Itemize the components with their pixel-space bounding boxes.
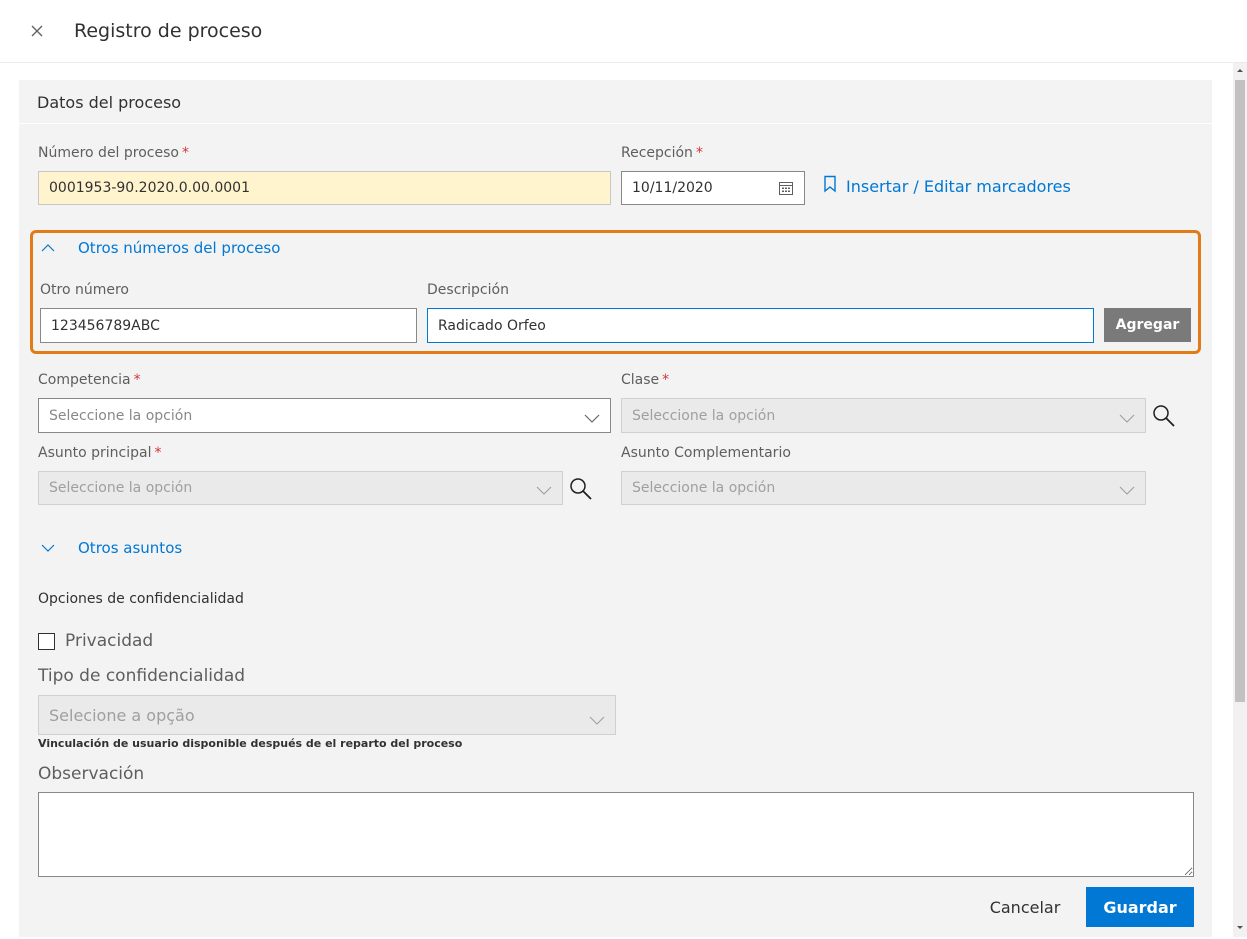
save-button[interactable]: Guardar — [1086, 887, 1194, 927]
chevron-down-icon — [589, 710, 605, 725]
required-mark: * — [133, 372, 141, 388]
chevron-down-icon — [1119, 411, 1135, 423]
chevron-up-icon — [40, 239, 56, 257]
tipo-confidencialidad-select[interactable]: Selecione a opção — [38, 695, 616, 735]
asunto-principal-label: Asunto principal * — [38, 445, 162, 461]
scroll-up-arrow-icon[interactable] — [1233, 63, 1247, 79]
recepcion-date-value: 10/11/2020 — [632, 180, 713, 196]
otros-numeros-toggle[interactable]: Otros números del proceso — [40, 239, 280, 257]
vinculacion-note: Vinculación de usuario disponible despué… — [38, 737, 463, 750]
tipo-confidencialidad-label: Tipo de confidencialidad — [38, 666, 246, 686]
competencia-placeholder: Seleccione la opción — [49, 407, 193, 424]
otro-numero-input[interactable]: 123456789ABC — [40, 308, 417, 343]
observacion-label: Observación — [38, 764, 145, 784]
scroll-down-arrow-icon[interactable] — [1233, 919, 1247, 935]
clase-search-icon[interactable] — [1152, 403, 1176, 433]
descripcion-input[interactable]: Radicado Orfeo — [427, 308, 1094, 343]
required-mark: * — [662, 372, 670, 388]
insertar-marcadores-label: Insertar / Editar marcadores — [846, 176, 1071, 196]
page-title: Registro de proceso — [74, 20, 263, 42]
otros-asuntos-title: Otros asuntos — [78, 539, 183, 557]
numero-proceso-input[interactable]: 0001953-90.2020.0.00.0001 — [38, 171, 611, 205]
asunto-complementario-placeholder: Seleccione la opción — [632, 480, 776, 496]
confidencialidad-title: Opciones de confidencialidad — [38, 591, 244, 607]
chevron-down-icon — [536, 483, 552, 495]
section-title: Datos del proceso — [37, 93, 182, 112]
cancel-button[interactable]: Cancelar — [975, 887, 1075, 927]
tipo-confidencialidad-placeholder: Selecione a opção — [49, 705, 195, 725]
chevron-down-icon — [584, 411, 600, 423]
privacidad-checkbox[interactable] — [38, 633, 55, 650]
agregar-button[interactable]: Agregar — [1104, 308, 1191, 342]
asunto-principal-placeholder: Seleccione la opción — [49, 480, 193, 496]
competencia-select[interactable]: Seleccione la opción — [38, 398, 611, 433]
recepcion-date-input[interactable]: 10/11/2020 — [621, 171, 805, 205]
clase-select[interactable]: Seleccione la opción — [621, 398, 1146, 433]
chevron-down-icon — [40, 539, 56, 557]
required-mark: * — [154, 445, 162, 461]
chevron-down-icon — [1119, 483, 1135, 495]
bookmark-icon — [822, 175, 838, 197]
otros-asuntos-toggle[interactable]: Otros asuntos — [40, 539, 182, 557]
section-header — [19, 80, 1212, 124]
calendar-icon[interactable] — [778, 180, 794, 200]
clase-label: Clase * — [621, 372, 670, 388]
required-mark: * — [695, 145, 703, 161]
scrollbar-thumb[interactable] — [1235, 80, 1245, 702]
asunto-complementario-label: Asunto Complementario — [621, 445, 791, 461]
recepcion-label: Recepción * — [621, 145, 703, 161]
numero-proceso-label: Número del proceso * — [38, 145, 189, 161]
clase-placeholder: Seleccione la opción — [632, 407, 776, 424]
asunto-complementario-select[interactable]: Seleccione la opción — [621, 471, 1146, 505]
asunto-search-icon[interactable] — [569, 476, 593, 506]
asunto-principal-select[interactable]: Seleccione la opción — [38, 471, 563, 505]
insertar-marcadores-link[interactable]: Insertar / Editar marcadores — [822, 175, 1071, 197]
required-mark: * — [181, 145, 189, 161]
descripcion-label: Descripción — [427, 282, 509, 298]
otro-numero-label: Otro número — [40, 282, 129, 298]
privacidad-label: Privacidad — [65, 631, 154, 651]
close-icon[interactable] — [26, 20, 48, 42]
otros-numeros-title: Otros números del proceso — [78, 239, 281, 257]
competencia-label: Competencia * — [38, 372, 141, 388]
observacion-textarea[interactable] — [38, 792, 1194, 877]
